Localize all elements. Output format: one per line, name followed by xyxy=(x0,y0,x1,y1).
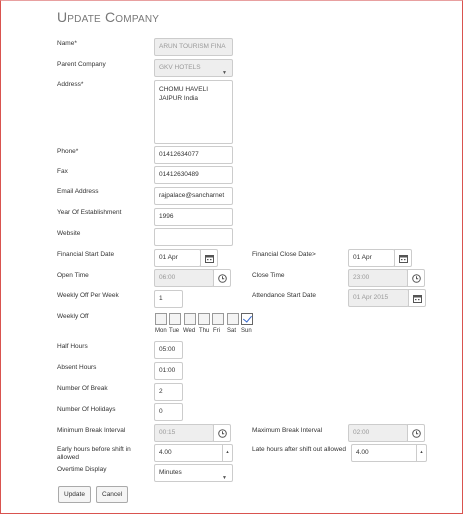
early-hours-label: Early hours before shift in allowed xyxy=(57,446,131,461)
early-hours-value: 4.00 xyxy=(159,449,172,456)
weekly-off-per-week-label: Weekly Off Per Week xyxy=(57,292,119,299)
caret-down-icon: ▼ xyxy=(222,475,227,481)
checkbox-fri[interactable] xyxy=(212,313,224,325)
spinner-arrows-icon[interactable]: ▲▼ xyxy=(416,445,426,461)
clock-icon[interactable] xyxy=(213,424,231,442)
phone-label: Phone* xyxy=(57,148,79,155)
close-time-field[interactable]: 23:00 xyxy=(348,269,408,287)
financial-close-date-field[interactable]: 01 Apr xyxy=(348,249,395,267)
maximum-break-interval-field[interactable]: 02:00 xyxy=(348,424,408,442)
maximum-break-interval-label: Maximum Break Interval xyxy=(252,427,323,434)
parent-company-label: Parent Company xyxy=(57,61,106,68)
spinner-arrows-icon[interactable]: ▲▼ xyxy=(222,445,232,461)
half-hours-label: Half Hours xyxy=(57,343,88,350)
number-of-break-field[interactable]: 2 xyxy=(154,383,183,401)
email-label: Email Address xyxy=(57,188,99,195)
address-line-1: CHOMU HAVELI xyxy=(159,86,208,93)
financial-start-date-field[interactable]: 01 Apr xyxy=(154,249,201,267)
day-label-thu: Thu xyxy=(199,328,210,334)
parent-company-value: GKV HOTELS xyxy=(159,64,201,71)
day-label-tue: Tue xyxy=(169,328,180,334)
clock-icon[interactable] xyxy=(407,269,425,287)
day-label-sun: Sun xyxy=(241,328,252,334)
day-label-mon: Mon xyxy=(155,328,167,334)
checkbox-wed[interactable] xyxy=(184,313,196,325)
page-title: Update Company xyxy=(57,9,160,25)
clock-icon[interactable] xyxy=(213,269,231,287)
number-of-break-label: Number Of Break xyxy=(57,385,108,392)
name-label: Name* xyxy=(57,40,77,47)
day-label-wed: Wed xyxy=(183,328,196,334)
minimum-break-interval-label: Minimum Break Interval xyxy=(57,427,126,434)
calendar-icon[interactable] xyxy=(408,289,426,307)
absent-hours-field[interactable]: 01:00 xyxy=(154,362,183,380)
early-hours-field[interactable]: 4.00 ▲▼ xyxy=(154,444,233,462)
calendar-icon[interactable] xyxy=(200,249,218,267)
close-time-label: Close Time xyxy=(252,272,285,279)
late-hours-field[interactable]: 4.00 ▲▼ xyxy=(351,444,427,462)
address-line-2: JAIPUR India xyxy=(159,95,199,102)
attendance-start-date-field[interactable]: 01 Apr 2015 xyxy=(348,289,409,307)
overtime-display-value: Minutes xyxy=(159,469,182,476)
year-of-establishment-field[interactable]: 1996 xyxy=(154,208,233,226)
fax-field[interactable]: 01412630489 xyxy=(154,166,233,184)
checkbox-tue[interactable] xyxy=(169,313,181,325)
address-textarea[interactable]: CHOMU HAVELI JAIPUR India xyxy=(154,80,233,144)
year-of-establishment-label: Year Of Establishment xyxy=(57,209,122,216)
open-time-label: Open Time xyxy=(57,272,89,279)
checkbox-sat[interactable] xyxy=(227,313,239,325)
day-label-fri: Fri xyxy=(213,328,220,334)
weekly-off-label: Weekly Off xyxy=(57,313,89,320)
clock-icon[interactable] xyxy=(407,424,425,442)
attendance-start-date-label: Attendance Start Date xyxy=(252,292,316,299)
checkbox-sun[interactable] xyxy=(241,313,253,325)
open-time-field[interactable]: 06:00 xyxy=(154,269,214,287)
financial-close-date-label: Financial Close Date> xyxy=(252,251,316,258)
calendar-icon[interactable] xyxy=(394,249,412,267)
financial-start-date-label: Financial Start Date xyxy=(57,251,115,258)
name-field[interactable]: ARUN TOURISM FINA xyxy=(154,38,233,56)
weekly-off-per-week-field[interactable]: 1 xyxy=(154,290,183,308)
checkbox-mon[interactable] xyxy=(155,313,167,325)
half-hours-field[interactable]: 05:00 xyxy=(154,341,183,359)
parent-company-select[interactable]: GKV HOTELS ▼ xyxy=(154,59,233,77)
website-field[interactable] xyxy=(154,228,233,246)
checkbox-thu[interactable] xyxy=(198,313,210,325)
update-button[interactable]: Update xyxy=(58,486,91,503)
cancel-button[interactable]: Cancel xyxy=(96,486,129,503)
phone-field[interactable]: 01412634077 xyxy=(154,146,233,164)
fax-label: Fax xyxy=(57,168,68,175)
absent-hours-label: Absent Hours xyxy=(57,364,97,371)
address-label: Address* xyxy=(57,81,84,88)
minimum-break-interval-field[interactable]: 00:15 xyxy=(154,424,214,442)
website-label: Website xyxy=(57,230,81,237)
overtime-display-label: Overtime Display xyxy=(57,466,107,473)
overtime-display-select[interactable]: Minutes ▼ xyxy=(154,464,233,482)
late-hours-label: Late hours after shift out allowed xyxy=(252,446,346,453)
email-field[interactable]: rajpalace@sancharnet xyxy=(154,187,233,205)
day-label-sat: Sat xyxy=(227,328,237,334)
late-hours-value: 4.00 xyxy=(356,449,369,456)
number-of-holidays-label: Number Of Holidays xyxy=(57,406,116,413)
caret-down-icon: ▼ xyxy=(222,70,227,76)
number-of-holidays-field[interactable]: 0 xyxy=(154,403,183,421)
